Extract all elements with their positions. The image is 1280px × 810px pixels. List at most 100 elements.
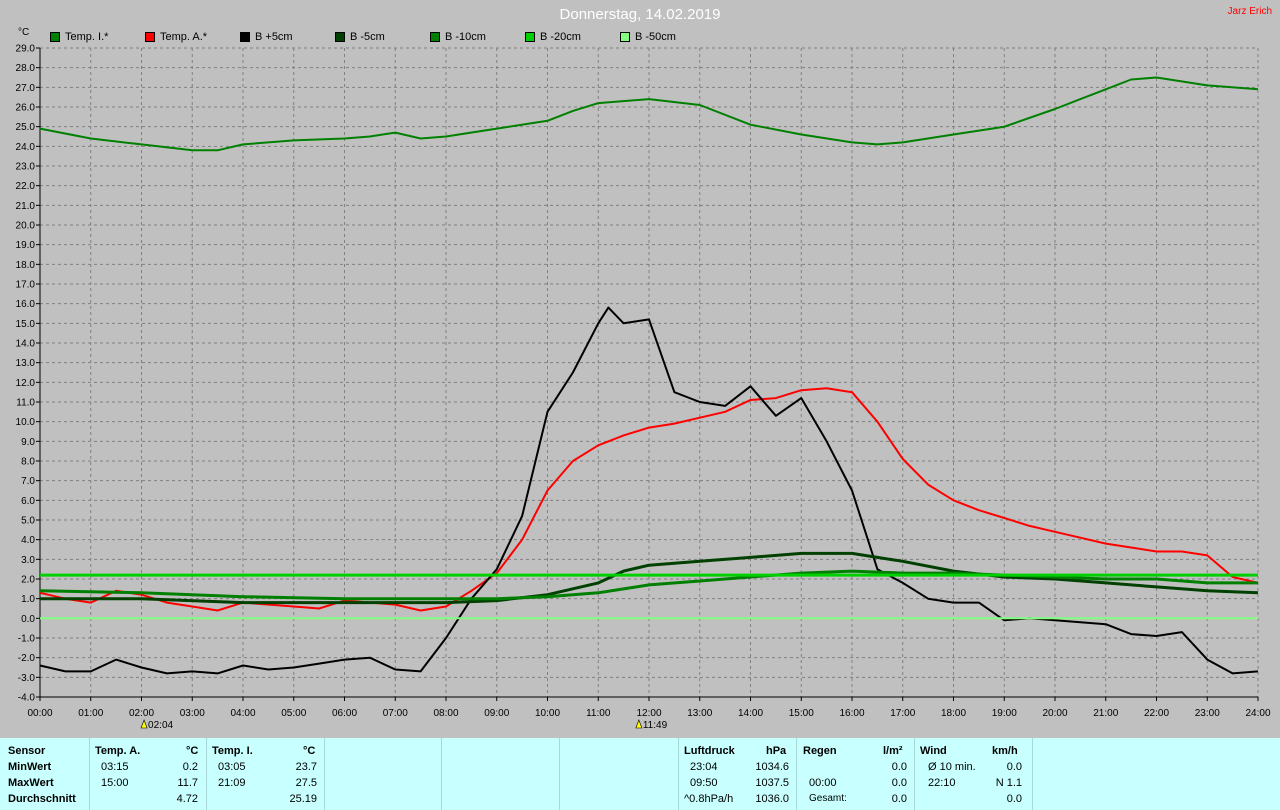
- legend-swatch: [145, 32, 155, 43]
- y-tick-label: -4.0: [18, 693, 36, 704]
- y-tick-label: 29.0: [16, 44, 36, 55]
- y-tick-label: 3.0: [21, 555, 35, 566]
- y-tick-label: 23.0: [16, 162, 36, 173]
- y-tick-label: 18.0: [16, 260, 36, 271]
- y-tick-label: 10.0: [16, 417, 36, 428]
- legend-swatch: [335, 32, 345, 43]
- x-tick-label: 10:00: [535, 708, 560, 719]
- legend-swatch: [525, 32, 535, 43]
- rain-time-2: 00:00: [809, 777, 837, 789]
- rain-value-1: 0.0: [891, 761, 907, 773]
- sun-marker-icon: [635, 719, 643, 729]
- x-tick-label: 02:00: [129, 708, 154, 719]
- pressure-current-value: 1036.0: [755, 793, 789, 805]
- legend-swatch: [50, 32, 60, 43]
- temp-a-min-value: 0.2: [182, 761, 198, 773]
- legend-item-b-plus5[interactable]: B +5cm: [240, 31, 293, 43]
- y-tick-label: 17.0: [16, 280, 36, 291]
- temp-a-max-time: 15:00: [101, 777, 129, 789]
- rain-total-label: Gesamt:: [809, 793, 847, 804]
- y-tick-label: 11.0: [16, 398, 35, 409]
- x-tick-label: 01:00: [78, 708, 103, 719]
- y-tick-label: 14.0: [16, 339, 36, 350]
- legend-item-b-minus10[interactable]: B -10cm: [430, 31, 486, 43]
- legend-item-b-minus50[interactable]: B -50cm: [620, 31, 676, 43]
- y-tick-label: 19.0: [16, 240, 36, 251]
- x-tick-label: 17:00: [890, 708, 915, 719]
- temp-i-min-time: 03:05: [218, 761, 246, 773]
- legend-label: B -5cm: [350, 31, 385, 43]
- legend-swatch: [620, 32, 630, 43]
- temp-a-min-time: 03:15: [101, 761, 129, 773]
- panel-divider: [678, 738, 679, 810]
- temp-i-avg-value: 25.19: [289, 793, 317, 805]
- y-tick-label: 27.0: [16, 83, 36, 94]
- y-tick-label: 24.0: [16, 142, 36, 153]
- x-tick-label: 03:00: [180, 708, 205, 719]
- y-tick-label: 25.0: [16, 122, 36, 133]
- panel-divider: [89, 738, 90, 810]
- rain-value-2: 0.0: [891, 777, 907, 789]
- stats-panel: Sensor MinWert MaxWert Durchschnitt Temp…: [0, 738, 1280, 810]
- temp-i-max-value: 27.5: [295, 777, 317, 789]
- x-tick-label: 04:00: [230, 708, 255, 719]
- wind-max-value: N 1.1: [995, 777, 1022, 789]
- temp-i-max-time: 21:09: [218, 777, 246, 789]
- row-label-min: MinWert: [8, 761, 52, 773]
- y-tick-label: 22.0: [16, 181, 36, 192]
- temp-a-header: Temp. A.: [95, 745, 141, 757]
- sun-marker-label: 11:49: [643, 720, 668, 731]
- y-tick-label: -3.0: [18, 673, 36, 684]
- y-tick-label: 8.0: [21, 457, 35, 468]
- y-tick-label: 2.0: [21, 575, 35, 586]
- legend-label: B +5cm: [255, 31, 293, 43]
- pressure-max-time: 09:50: [690, 777, 718, 789]
- x-tick-label: 19:00: [992, 708, 1017, 719]
- pressure-trend-label: ^0.8hPa/h: [684, 793, 734, 805]
- x-tick-label: 20:00: [1042, 708, 1067, 719]
- panel-divider: [324, 738, 325, 810]
- y-tick-label: 15.0: [16, 319, 36, 330]
- legend-item-temp-a[interactable]: Temp. A.*: [145, 31, 207, 43]
- legend-item-temp-i[interactable]: Temp. I.*: [50, 31, 108, 43]
- legend-label: B -10cm: [445, 31, 486, 43]
- y-tick-label: 6.0: [21, 496, 35, 507]
- temp-i-header: Temp. I.: [212, 745, 253, 757]
- panel-divider: [441, 738, 442, 810]
- y-tick-label: 26.0: [16, 103, 36, 114]
- pressure-min-time: 23:04: [690, 761, 718, 773]
- row-label-avg: Durchschnitt: [8, 793, 76, 805]
- row-label-max: MaxWert: [8, 777, 54, 789]
- author-label: Jarz Erich: [1227, 6, 1272, 17]
- legend-label: Temp. I.*: [65, 31, 109, 43]
- pressure-max-value: 1037.5: [755, 777, 789, 789]
- temp-a-avg-value: 4.72: [176, 793, 198, 805]
- x-tick-label: 18:00: [941, 708, 966, 719]
- x-tick-label: 00:00: [27, 708, 52, 719]
- sun-marker-icon: [140, 719, 148, 729]
- panel-divider: [914, 738, 915, 810]
- x-tick-label: 11:00: [586, 708, 611, 719]
- rain-unit: l/m²: [883, 745, 903, 757]
- x-tick-label: 22:00: [1144, 708, 1169, 719]
- legend-item-b-minus20[interactable]: B -20cm: [525, 31, 581, 43]
- x-tick-label: 12:00: [636, 708, 661, 719]
- x-tick-label: 06:00: [332, 708, 357, 719]
- x-tick-label: 15:00: [789, 708, 814, 719]
- legend-label: Temp. A.*: [160, 31, 208, 43]
- temp-a-unit: °C: [186, 745, 199, 757]
- y-tick-label: 21.0: [16, 201, 36, 212]
- panel-divider: [206, 738, 207, 810]
- x-tick-label: 23:00: [1195, 708, 1220, 719]
- rain-header: Regen: [803, 745, 837, 757]
- wind-value-3: 0.0: [1006, 793, 1022, 805]
- y-tick-label: -1.0: [18, 634, 36, 645]
- y-tick-label: 28.0: [16, 63, 36, 74]
- sensor-header: Sensor: [8, 745, 46, 757]
- wind-header: Wind: [920, 745, 947, 757]
- legend-item-b-minus5[interactable]: B -5cm: [335, 31, 385, 43]
- y-tick-label: 16.0: [16, 299, 36, 310]
- y-tick-label: 12.0: [16, 378, 36, 389]
- y-tick-label: -2.0: [18, 653, 36, 664]
- x-tick-label: 07:00: [383, 708, 408, 719]
